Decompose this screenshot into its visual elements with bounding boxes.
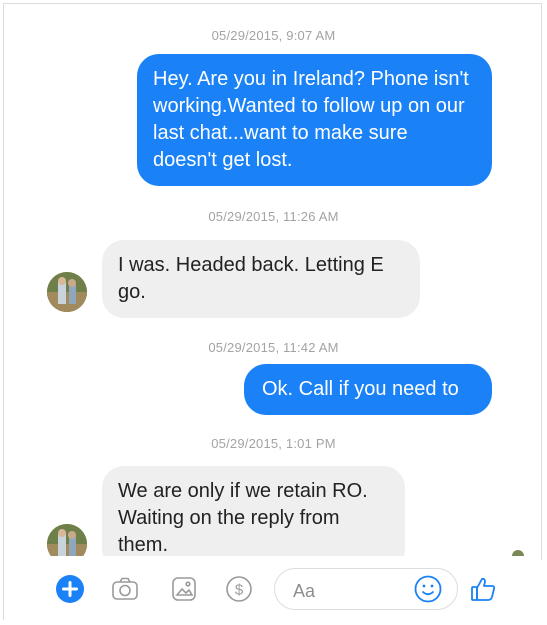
composer-bar: $ bbox=[4, 560, 543, 620]
thumbs-up-icon[interactable] bbox=[468, 574, 498, 604]
emoji-icon[interactable] bbox=[413, 574, 443, 609]
timestamp: 05/29/2015, 9:07 AM bbox=[211, 28, 336, 43]
contact-avatar[interactable] bbox=[47, 524, 87, 556]
timestamp: 05/29/2015, 1:01 PM bbox=[211, 436, 336, 451]
read-receipt-avatar bbox=[512, 550, 524, 556]
timestamp: 05/29/2015, 11:26 AM bbox=[208, 209, 339, 224]
incoming-message[interactable]: I was. Headed back. Letting E go. bbox=[102, 240, 420, 318]
svg-text:$: $ bbox=[235, 582, 244, 599]
incoming-message[interactable]: We are only if we retain RO. Waiting on … bbox=[102, 466, 405, 556]
outgoing-message[interactable]: Hey. Are you in Ireland? Phone isn't wor… bbox=[137, 54, 492, 186]
camera-icon[interactable] bbox=[110, 574, 140, 604]
message-input[interactable] bbox=[291, 578, 415, 604]
payment-icon[interactable]: $ bbox=[224, 574, 254, 604]
message-thread[interactable]: 05/29/2015, 9:07 AM Hey. Are you in Irel… bbox=[4, 4, 543, 556]
messenger-window: 05/29/2015, 9:07 AM Hey. Are you in Irel… bbox=[3, 3, 543, 620]
timestamp: 05/29/2015, 11:42 AM bbox=[208, 340, 339, 355]
message-input-wrapper bbox=[274, 568, 458, 610]
plus-icon[interactable] bbox=[55, 574, 85, 604]
outgoing-message[interactable]: Ok. Call if you need to bbox=[244, 364, 492, 415]
contact-avatar[interactable] bbox=[47, 272, 87, 312]
gallery-icon[interactable] bbox=[169, 574, 199, 604]
